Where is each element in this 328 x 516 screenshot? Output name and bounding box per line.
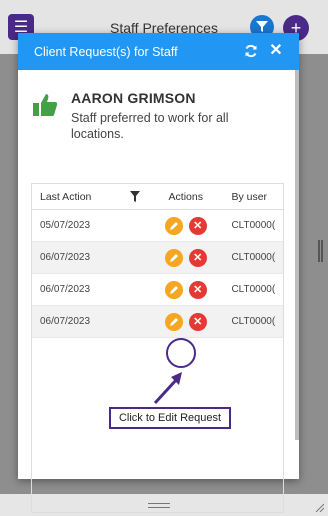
x-icon: ✕	[193, 316, 203, 328]
delete-request-button[interactable]: ✕	[188, 216, 207, 235]
filter-icon	[256, 21, 268, 32]
grid-header: Last Action Actions By user	[32, 184, 283, 210]
pencil-icon	[169, 221, 178, 230]
request-grid: Last Action Actions By user 05/07/2023 ✕…	[31, 183, 284, 513]
last-action-cell: 05/07/2023	[40, 220, 91, 231]
last-action-cell: 06/07/2023	[40, 284, 91, 295]
table-row: 06/07/2023 ✕ CLT0000(	[32, 306, 283, 338]
by-user-cell: CLT0000(	[231, 284, 276, 295]
pencil-icon	[169, 253, 178, 262]
edit-request-button[interactable]	[164, 216, 183, 235]
delete-request-button[interactable]: ✕	[188, 248, 207, 267]
edit-request-button[interactable]	[164, 248, 183, 267]
modal-body: AARON GRIMSON Staff preferred to work fo…	[26, 70, 293, 513]
thumbs-up-icon	[33, 94, 58, 116]
column-filter-icon[interactable]	[130, 190, 141, 202]
pencil-icon	[169, 285, 178, 294]
client-request-modal: Client Request(s) for Staff ✕ AARON GRIM…	[18, 33, 299, 513]
delete-request-button[interactable]: ✕	[188, 312, 207, 331]
by-user-cell: CLT0000(	[231, 316, 276, 327]
staff-name: AARON GRIMSON	[71, 90, 196, 106]
x-icon: ✕	[193, 284, 203, 296]
delete-request-button[interactable]: ✕	[188, 280, 207, 299]
modal-header: Client Request(s) for Staff ✕	[18, 33, 299, 70]
modal-title: Client Request(s) for Staff	[34, 44, 178, 59]
table-row: 06/07/2023 ✕ CLT0000(	[32, 274, 283, 306]
side-resize-handle[interactable]	[318, 240, 323, 262]
column-header-by-user[interactable]: By user	[223, 191, 283, 203]
table-row: 05/07/2023 ✕ CLT0000(	[32, 210, 283, 242]
staff-description: Staff preferred to work for all location…	[71, 111, 229, 141]
by-user-cell: CLT0000(	[231, 220, 276, 231]
modal-scrollbar[interactable]	[295, 70, 299, 440]
close-icon: ✕	[269, 42, 283, 59]
callout-arrow	[153, 372, 182, 405]
edit-request-callout: Click to Edit Request	[109, 407, 231, 429]
refresh-button[interactable]	[243, 44, 259, 60]
pencil-icon	[169, 317, 178, 326]
refresh-icon	[245, 44, 257, 58]
edit-highlight-ring	[166, 338, 196, 368]
resize-grip-icon[interactable]	[314, 502, 324, 512]
edit-request-button[interactable]	[164, 312, 183, 331]
close-button[interactable]: ✕	[267, 42, 285, 60]
x-icon: ✕	[193, 220, 203, 232]
table-row: 06/07/2023 ✕ CLT0000(	[32, 242, 283, 274]
edit-request-button[interactable]	[164, 280, 183, 299]
last-action-cell: 06/07/2023	[40, 252, 91, 263]
column-header-actions: Actions	[168, 190, 203, 203]
x-icon: ✕	[193, 252, 203, 264]
by-user-cell: CLT0000(	[231, 252, 276, 263]
column-header-last-action[interactable]: Last Action	[32, 190, 148, 203]
last-action-cell: 06/07/2023	[40, 316, 91, 327]
